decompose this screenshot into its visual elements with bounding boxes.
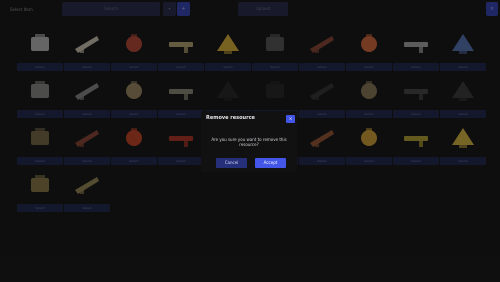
dialog-header: Remove resource × xyxy=(201,111,297,126)
app-root: Select Item Search ▾ + Upload × Select Se… xyxy=(0,0,500,282)
remove-resource-dialog: Remove resource × Are you sure you want … xyxy=(201,111,297,172)
dialog-close-button[interactable]: × xyxy=(286,115,295,123)
dialog-title: Remove resource xyxy=(206,115,255,121)
accept-button[interactable]: Accept xyxy=(255,158,286,168)
dialog-message: Are you sure you want to remove this res… xyxy=(211,137,287,147)
close-icon: × xyxy=(288,116,293,121)
cancel-button[interactable]: Cancel xyxy=(216,158,247,168)
